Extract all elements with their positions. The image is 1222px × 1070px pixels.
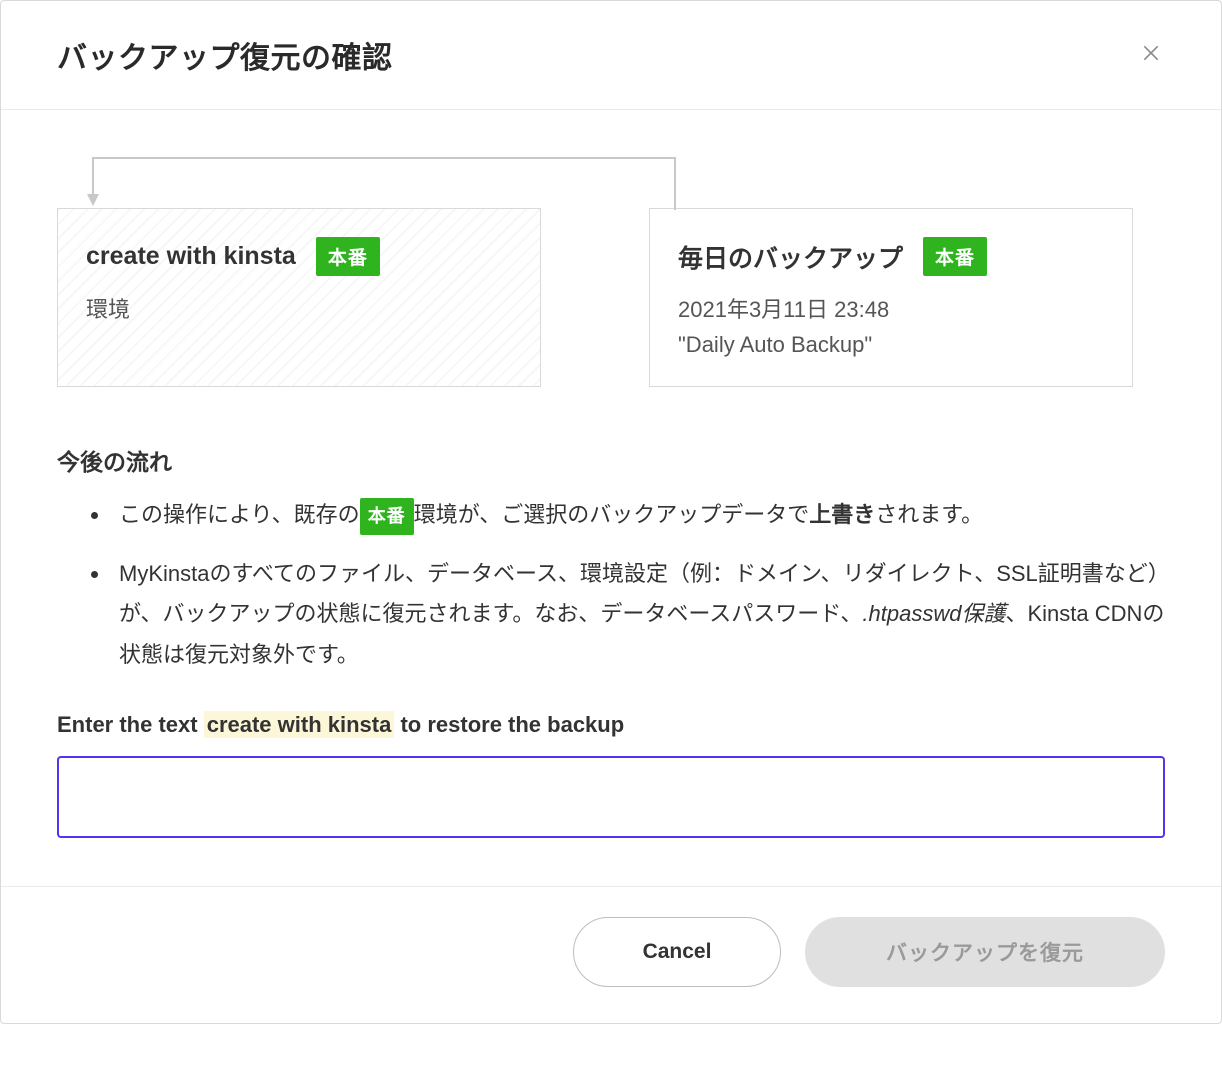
- confirm-label-after: to restore the backup: [394, 712, 624, 737]
- environment-title-row: create with kinsta 本番: [86, 237, 512, 276]
- modal-body: create with kinsta 本番 環境 毎日のバックアップ 本番 20…: [1, 110, 1221, 886]
- bullet1-after: されます。: [875, 502, 983, 527]
- list-item: MyKinstaのすべてのファイル、データベース、環境設定（例：ドメイン、リダイ…: [111, 554, 1165, 676]
- confirm-label: Enter the text create with kinsta to res…: [57, 712, 1165, 738]
- backup-card: 毎日のバックアップ 本番 2021年3月11日 23:48 "Daily Aut…: [649, 208, 1133, 387]
- whats-next-list: この操作により、既存の本番環境が、ご選択のバックアップデータで上書きされます。 …: [111, 495, 1165, 676]
- backup-badge: 本番: [923, 237, 987, 276]
- backup-title: 毎日のバックアップ: [678, 239, 903, 275]
- modal-title: バックアップ復元の確認: [57, 33, 393, 77]
- close-icon: [1141, 43, 1161, 63]
- environment-name: create with kinsta: [86, 242, 296, 271]
- bullet1-bold: 上書き: [809, 502, 875, 527]
- modal-footer: Cancel バックアップを復元: [1, 886, 1221, 1023]
- confirm-highlight: create with kinsta: [204, 711, 395, 738]
- close-button[interactable]: [1137, 39, 1165, 72]
- environment-badge: 本番: [316, 237, 380, 276]
- flow-arrow: [85, 150, 670, 208]
- whats-next-title: 今後の流れ: [57, 443, 1165, 477]
- bullet1-mid: 環境が、ご選択のバックアップデータで: [414, 502, 810, 527]
- bullet1-before: この操作により、既存の: [119, 502, 360, 527]
- cancel-button[interactable]: Cancel: [573, 917, 781, 987]
- confirm-label-before: Enter the text: [57, 712, 204, 737]
- modal-header: バックアップ復元の確認: [1, 1, 1221, 110]
- environment-label: 環境: [86, 292, 512, 324]
- backup-title-row: 毎日のバックアップ 本番: [678, 237, 1104, 276]
- cards-row: create with kinsta 本番 環境 毎日のバックアップ 本番 20…: [57, 208, 1165, 387]
- list-item: この操作により、既存の本番環境が、ご選択のバックアップデータで上書きされます。: [111, 495, 1165, 536]
- backup-timestamp: 2021年3月11日 23:48: [678, 292, 1104, 324]
- bullet2-italic: .htpasswd保護: [862, 601, 1005, 626]
- restore-button[interactable]: バックアップを復元: [805, 917, 1165, 987]
- environment-card: create with kinsta 本番 環境: [57, 208, 541, 387]
- inline-env-badge: 本番: [360, 498, 414, 535]
- backup-name: "Daily Auto Backup": [678, 332, 1104, 358]
- confirm-input[interactable]: [57, 756, 1165, 838]
- restore-backup-modal: バックアップ復元の確認 create with kinsta 本番 環境: [0, 0, 1222, 1024]
